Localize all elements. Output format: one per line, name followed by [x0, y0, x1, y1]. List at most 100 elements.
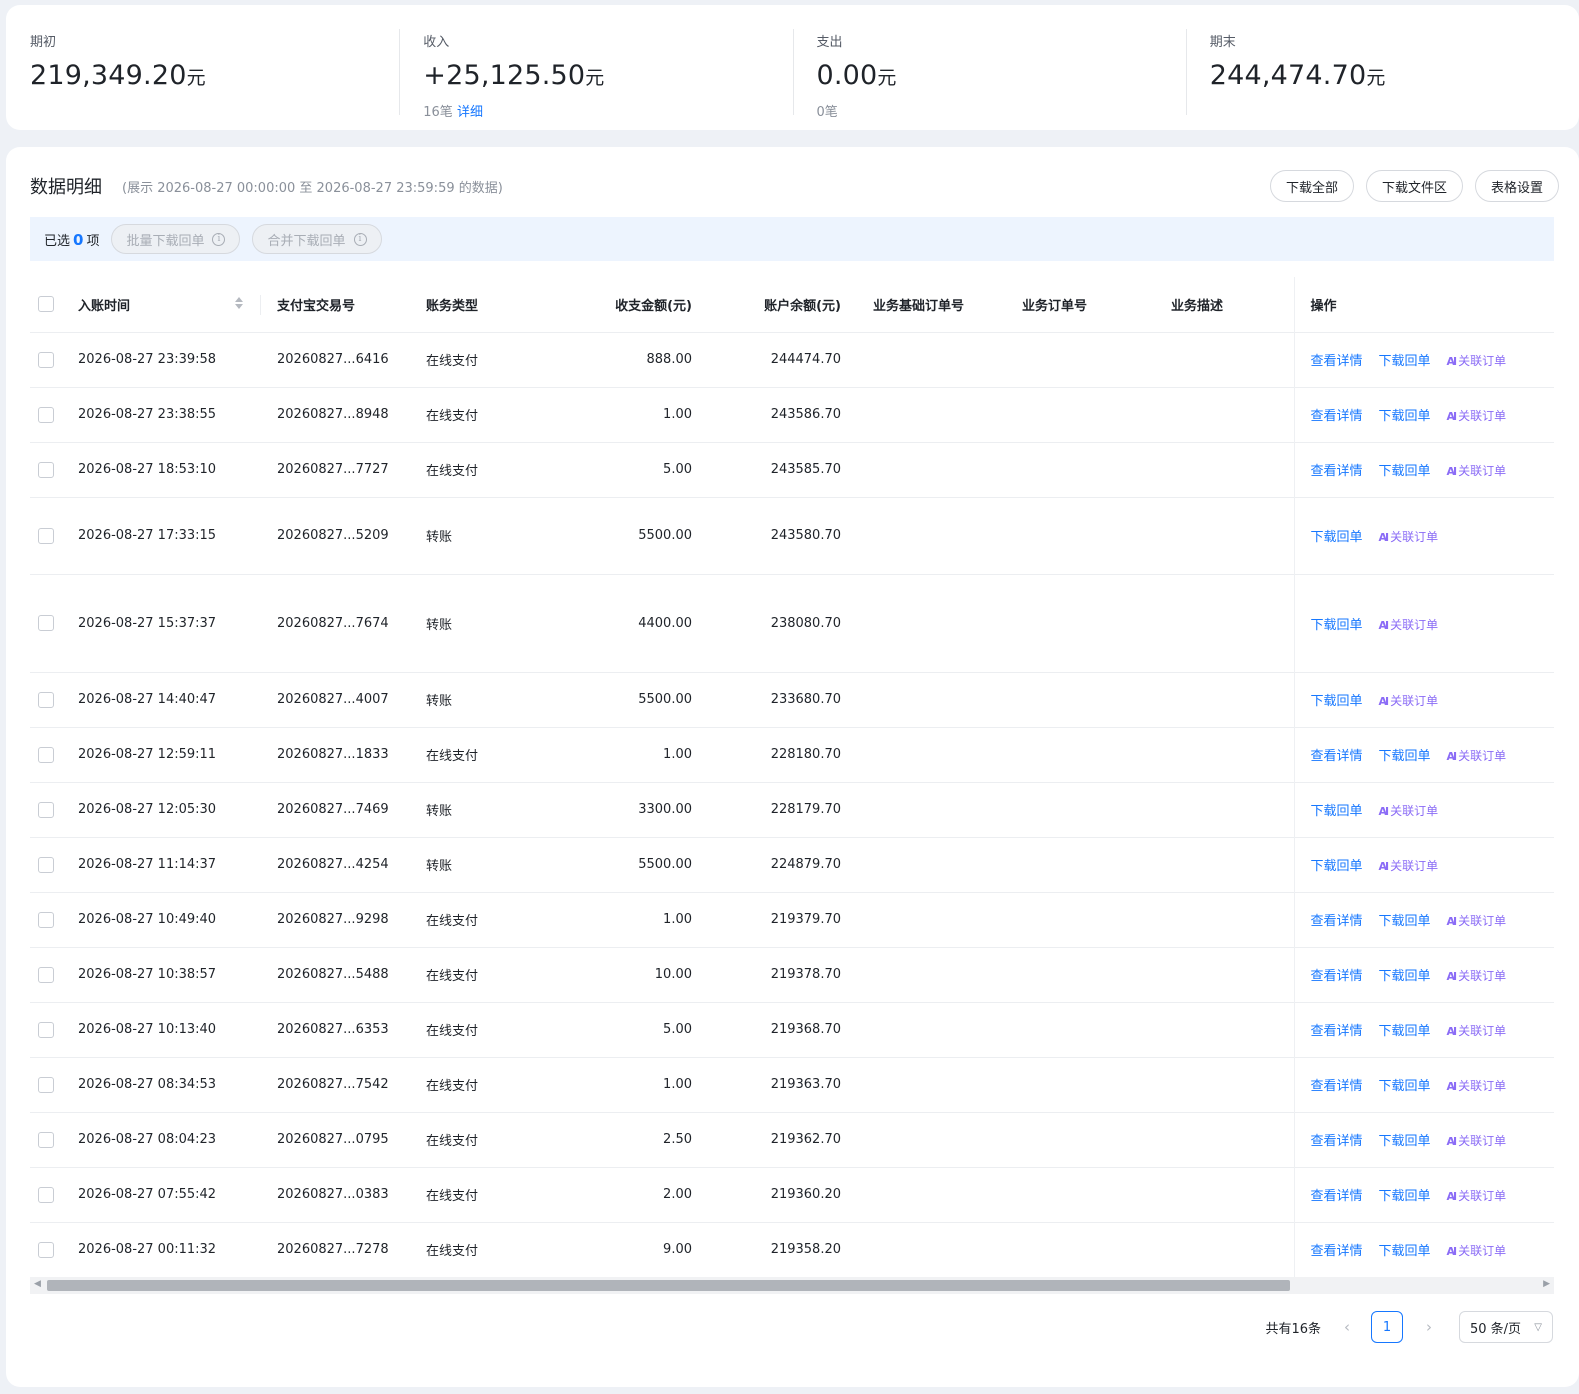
row-checkbox[interactable]	[38, 1021, 54, 1038]
prev-page-icon[interactable]: ‹	[1333, 1318, 1361, 1336]
row-select-cell	[30, 1166, 62, 1222]
link-order-link[interactable]: AI 关联订单	[1447, 464, 1507, 478]
download-area-button[interactable]: 下载文件区	[1365, 170, 1463, 202]
link-order-link[interactable]: AI 关联订单	[1447, 1244, 1507, 1258]
row-checkbox[interactable]	[38, 1186, 54, 1203]
row-checkbox[interactable]	[38, 1241, 54, 1258]
link-order-link[interactable]: AI 关联订单	[1447, 354, 1507, 368]
select-all-checkbox[interactable]	[38, 296, 54, 313]
row-checkbox[interactable]	[38, 1131, 54, 1148]
view-detail-link[interactable]: 查看详情	[1311, 1079, 1363, 1094]
summary-value: 244,474.70元	[1210, 60, 1579, 91]
link-order-link[interactable]: AI 关联订单	[1447, 969, 1507, 983]
link-order-link[interactable]: AI 关联订单	[1447, 914, 1507, 928]
download-receipt-link[interactable]: 下载回单	[1379, 354, 1431, 369]
download-receipt-link[interactable]: 下载回单	[1379, 1079, 1431, 1094]
scroll-thumb[interactable]	[47, 1280, 1290, 1291]
cell-trade-no: 20260827...7278	[261, 1221, 410, 1277]
row-checkbox[interactable]	[38, 527, 54, 544]
view-detail-link[interactable]: 查看详情	[1311, 354, 1363, 369]
col-time[interactable]: 入账时间	[62, 277, 261, 332]
income-detail-link[interactable]: 详细	[457, 105, 483, 120]
merge-download-button[interactable]: 合并下载回单 i	[252, 224, 382, 254]
summary-amount: 244,474.70	[1209, 60, 1367, 91]
view-detail-link[interactable]: 查看详情	[1311, 749, 1363, 764]
cell-ops: 查看详情 下载回单 AI 关联订单	[1293, 1111, 1554, 1167]
view-detail-link[interactable]: 查看详情	[1311, 969, 1363, 984]
cell-balance: 228180.70	[708, 726, 857, 782]
horizontal-scrollbar[interactable]: ◀ ▶	[30, 1277, 1554, 1294]
cell-time: 2026-08-27 18:53:10	[62, 441, 261, 497]
view-detail-link[interactable]: 查看详情	[1311, 409, 1363, 424]
table-settings-button[interactable]: 表格设置	[1474, 170, 1559, 202]
view-detail-link[interactable]: 查看详情	[1311, 914, 1363, 929]
row-checkbox[interactable]	[38, 461, 54, 478]
row-checkbox[interactable]	[38, 911, 54, 928]
download-receipt-link[interactable]: 下载回单	[1379, 914, 1431, 929]
download-receipt-link[interactable]: 下载回单	[1311, 618, 1363, 633]
cell-base-order	[857, 331, 1006, 387]
link-order-link[interactable]: AI 关联订单	[1447, 749, 1507, 763]
cell-base-order	[857, 836, 1006, 892]
scroll-right-icon[interactable]: ▶	[1543, 1279, 1550, 1289]
link-order-link[interactable]: AI 关联订单	[1447, 1079, 1507, 1093]
download-receipt-link[interactable]: 下载回单	[1311, 804, 1363, 819]
row-checkbox[interactable]	[38, 351, 54, 368]
row-checkbox[interactable]	[38, 856, 54, 873]
cell-ops: 下载回单 AI 关联订单	[1293, 496, 1554, 574]
batch-download-button[interactable]: 批量下载回单 i	[111, 224, 241, 254]
download-receipt-link[interactable]: 下载回单	[1379, 464, 1431, 479]
view-detail-link[interactable]: 查看详情	[1311, 1134, 1363, 1149]
link-order-link[interactable]: AI 关联订单	[1447, 1024, 1507, 1038]
link-order-link[interactable]: AI 关联订单	[1379, 804, 1439, 818]
row-checkbox[interactable]	[38, 691, 54, 708]
link-order-link[interactable]: AI 关联订单	[1447, 409, 1507, 423]
sort-icon[interactable]	[235, 297, 243, 309]
download-receipt-link[interactable]: 下载回单	[1379, 1189, 1431, 1204]
cell-ops: 查看详情 下载回单 AI 关联订单	[1293, 331, 1554, 387]
row-checkbox[interactable]	[38, 615, 54, 631]
summary-count-text: 0笔	[816, 105, 838, 120]
view-detail-link[interactable]: 查看详情	[1311, 1244, 1363, 1259]
download-receipt-link[interactable]: 下载回单	[1311, 694, 1363, 709]
link-order-link[interactable]: AI 关联订单	[1379, 859, 1439, 873]
link-order-link[interactable]: AI 关联订单	[1379, 618, 1439, 632]
cell-amount: 1.00	[559, 891, 708, 947]
link-order-link[interactable]: AI 关联订单	[1447, 1189, 1507, 1203]
download-receipt-link[interactable]: 下载回单	[1379, 409, 1431, 424]
download-receipt-link[interactable]: 下载回单	[1379, 749, 1431, 764]
download-receipt-link[interactable]: 下载回单	[1379, 969, 1431, 984]
download-all-button[interactable]: 下载全部	[1269, 170, 1354, 202]
cell-desc	[1155, 1166, 1294, 1222]
next-page-icon[interactable]: ›	[1415, 1318, 1443, 1336]
link-order-link[interactable]: AI 关联订单	[1379, 694, 1439, 708]
row-checkbox[interactable]	[38, 746, 54, 763]
row-checkbox[interactable]	[38, 1076, 54, 1093]
pagination: 共有16条 ‹ 1 › 50 条/页 ▽	[1265, 1311, 1553, 1343]
download-receipt-link[interactable]: 下载回单	[1379, 1134, 1431, 1149]
link-order-link[interactable]: AI 关联订单	[1447, 1134, 1507, 1148]
cell-order	[1006, 496, 1155, 574]
download-receipt-link[interactable]: 下载回单	[1379, 1024, 1431, 1039]
row-checkbox[interactable]	[38, 801, 54, 818]
cell-balance: 243580.70	[708, 496, 857, 574]
col-ops: 操作	[1293, 277, 1554, 332]
download-receipt-link[interactable]: 下载回单	[1379, 1244, 1431, 1259]
link-order-link[interactable]: AI 关联订单	[1379, 530, 1439, 544]
view-detail-link[interactable]: 查看详情	[1311, 1189, 1363, 1204]
cell-base-order	[857, 1221, 1006, 1277]
row-checkbox[interactable]	[38, 966, 54, 983]
selection-suffix: 项	[86, 233, 100, 249]
view-detail-link[interactable]: 查看详情	[1311, 1024, 1363, 1039]
row-checkbox[interactable]	[38, 406, 54, 423]
cell-amount: 5500.00	[559, 496, 708, 574]
cell-trade-no: 20260827...1833	[261, 726, 410, 782]
ai-icon: AI	[1446, 915, 1458, 928]
cell-desc	[1155, 891, 1294, 947]
view-detail-link[interactable]: 查看详情	[1311, 464, 1363, 479]
page-1-button[interactable]: 1	[1371, 1311, 1403, 1343]
scroll-left-icon[interactable]: ◀	[34, 1279, 41, 1289]
download-receipt-link[interactable]: 下载回单	[1311, 859, 1363, 874]
page-size-select[interactable]: 50 条/页 ▽	[1459, 1311, 1553, 1343]
download-receipt-link[interactable]: 下载回单	[1311, 530, 1363, 545]
